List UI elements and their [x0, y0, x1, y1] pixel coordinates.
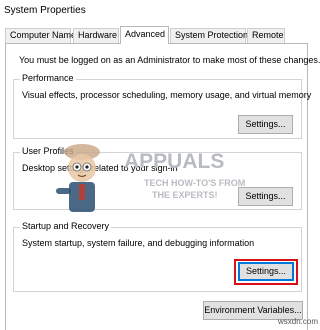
performance-description: Visual effects, processor scheduling, me…	[22, 90, 312, 100]
performance-title: Performance	[20, 73, 76, 84]
title-bar: System Properties	[0, 0, 317, 22]
watermark-brand: APPUALS	[124, 150, 224, 173]
tab-system-protection[interactable]: System Protection	[170, 28, 248, 43]
appuals-watermark-logo: APPUALS TECH HOW-TO'S FROM THE EXPERTS!	[56, 144, 245, 212]
watermark-tagline-1: TECH HOW-TO'S FROM	[144, 178, 245, 188]
watermark-tagline-2: THE EXPERTS!	[152, 190, 218, 200]
source-watermark: wsxdn.com	[278, 317, 319, 326]
window-title: System Properties	[4, 5, 86, 16]
highlight-box	[234, 259, 298, 285]
startup-recovery-description: System startup, system failure, and debu…	[22, 238, 255, 248]
tab-advanced[interactable]: Advanced	[120, 26, 169, 44]
performance-settings-button[interactable]: Settings...	[238, 115, 293, 134]
tab-computer-name[interactable]: Computer Name	[5, 28, 76, 43]
tab-remote[interactable]: Remote	[247, 28, 285, 43]
tab-hardware[interactable]: Hardware	[73, 28, 119, 43]
admin-notice: You must be logged on as an Administrato…	[19, 55, 320, 65]
